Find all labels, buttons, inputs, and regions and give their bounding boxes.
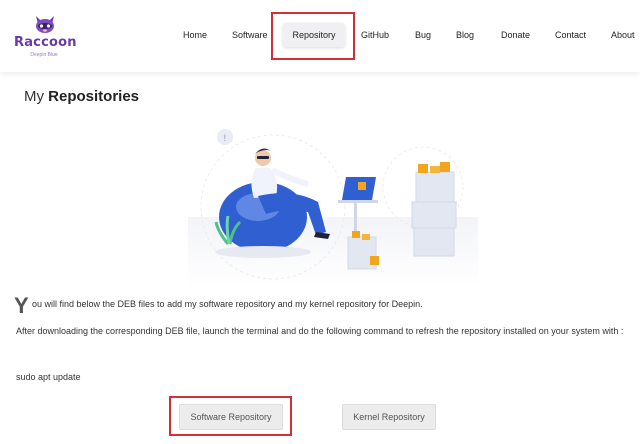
nav-software[interactable]: Software [232, 30, 268, 40]
nav-github[interactable]: GitHub [361, 30, 389, 40]
command-text: sudo apt update [16, 372, 81, 382]
nav-contact[interactable]: Contact [555, 30, 586, 40]
intro-dropcap: Y [14, 293, 29, 318]
nav-donate[interactable]: Donate [501, 30, 530, 40]
hero-illustration: ! [188, 129, 478, 288]
kernel-repository-button[interactable]: Kernel Repository [342, 404, 436, 430]
nav-bug[interactable]: Bug [415, 30, 431, 40]
page-title-prefix: My [24, 88, 44, 105]
instructions-text: After downloading the corresponding DEB … [16, 326, 624, 336]
site-header: Raccoon Deepin Blue Home Software Reposi… [0, 0, 640, 72]
nav-repository[interactable]: Repository [283, 23, 345, 47]
nav-blog[interactable]: Blog [456, 30, 474, 40]
intro-text: ou will find below the DEB files to add … [32, 299, 423, 309]
raccoon-logo-icon [36, 16, 54, 33]
site-logo[interactable]: Raccoon Deepin Blue [14, 14, 77, 60]
svg-text:!: ! [223, 134, 227, 144]
nav-about[interactable]: About [611, 30, 635, 40]
logo-wordmark: Raccoon [14, 35, 77, 50]
logo-tagline: Deepin Blue [30, 52, 58, 58]
page-title-bold: Repositories [48, 88, 140, 105]
software-repository-button[interactable]: Software Repository [179, 404, 283, 430]
nav-home[interactable]: Home [183, 30, 207, 40]
page-title: My Repositories [24, 88, 139, 105]
